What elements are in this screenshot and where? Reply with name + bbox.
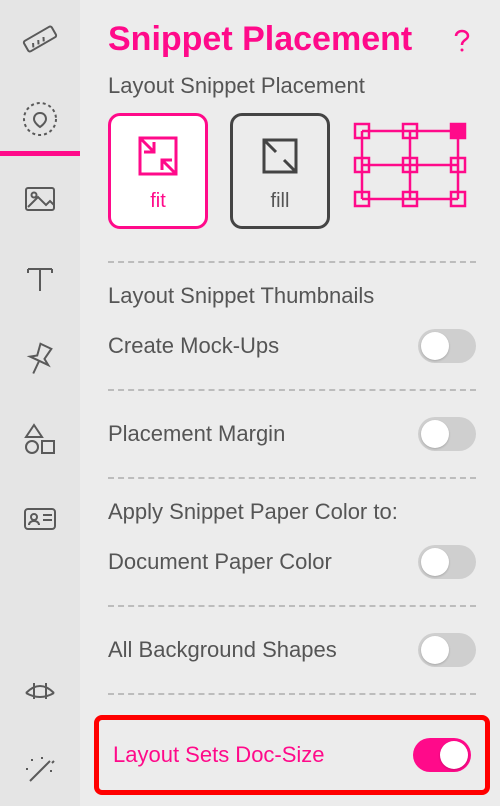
text-icon[interactable] bbox=[0, 244, 80, 314]
settings-panel: Snippet Placement Layout Snippet Placeme… bbox=[80, 0, 500, 806]
diagram-icon[interactable] bbox=[0, 656, 80, 726]
wand-icon[interactable] bbox=[0, 736, 80, 806]
divider bbox=[108, 389, 476, 391]
mockups-row: Create Mock-Ups bbox=[108, 323, 476, 369]
help-icon[interactable] bbox=[448, 26, 476, 54]
docsize-highlight: Layout Sets Doc-Size bbox=[94, 715, 490, 795]
divider bbox=[108, 477, 476, 479]
divider bbox=[108, 261, 476, 263]
favorite-icon[interactable] bbox=[0, 84, 80, 154]
placement-fill-button[interactable]: fill bbox=[230, 113, 330, 229]
shapes-icon[interactable] bbox=[0, 404, 80, 474]
margin-label: Placement Margin bbox=[108, 421, 285, 447]
doc-paper-toggle[interactable] bbox=[418, 545, 476, 579]
bg-shapes-toggle[interactable] bbox=[418, 633, 476, 667]
placement-label: Layout Snippet Placement bbox=[108, 73, 476, 99]
sidebar bbox=[0, 0, 80, 806]
doc-paper-row: Document Paper Color bbox=[108, 539, 476, 585]
ruler-icon[interactable] bbox=[0, 4, 80, 74]
id-card-icon[interactable] bbox=[0, 484, 80, 554]
thumbnails-label: Layout Snippet Thumbnails bbox=[108, 283, 476, 309]
divider bbox=[108, 693, 476, 695]
apply-paper-label: Apply Snippet Paper Color to: bbox=[108, 499, 476, 525]
placement-options: fit fill bbox=[108, 113, 476, 241]
docsize-label: Layout Sets Doc-Size bbox=[113, 742, 325, 768]
mockups-toggle[interactable] bbox=[418, 329, 476, 363]
panel-header: Snippet Placement bbox=[108, 20, 476, 59]
fit-label: fit bbox=[150, 190, 166, 213]
panel-title: Snippet Placement bbox=[108, 20, 412, 59]
image-icon[interactable] bbox=[0, 164, 80, 234]
margin-row: Placement Margin bbox=[108, 411, 476, 457]
mockups-label: Create Mock-Ups bbox=[108, 333, 279, 359]
doc-paper-label: Document Paper Color bbox=[108, 549, 332, 575]
docsize-row: Layout Sets Doc-Size bbox=[113, 732, 471, 778]
docsize-toggle[interactable] bbox=[413, 738, 471, 772]
pin-icon[interactable] bbox=[0, 324, 80, 394]
margin-toggle[interactable] bbox=[418, 417, 476, 451]
fill-label: fill bbox=[271, 190, 290, 213]
anchor-grid[interactable] bbox=[352, 113, 468, 213]
divider bbox=[108, 605, 476, 607]
placement-fit-button[interactable]: fit bbox=[108, 113, 208, 229]
bg-shapes-row: All Background Shapes bbox=[108, 627, 476, 673]
bg-shapes-label: All Background Shapes bbox=[108, 637, 337, 663]
